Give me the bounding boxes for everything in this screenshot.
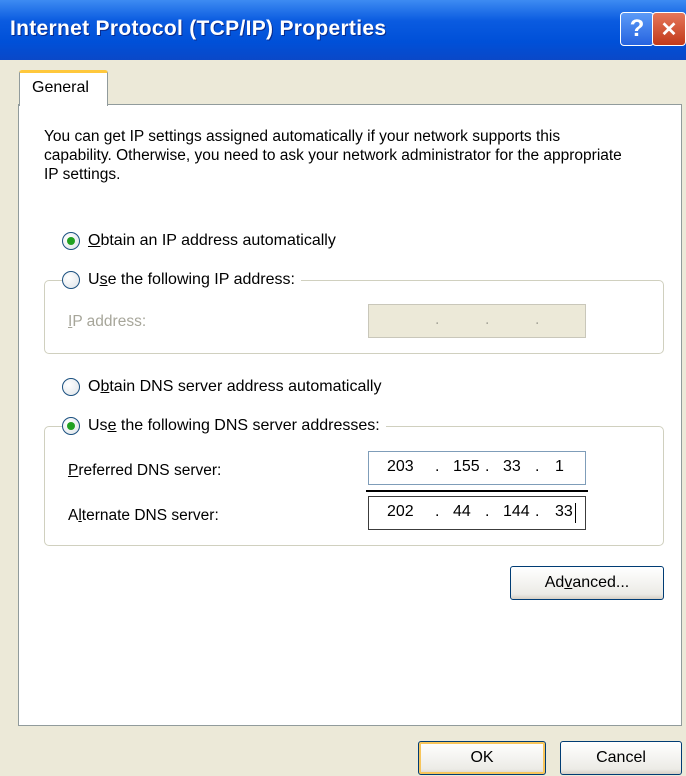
- help-icon: ?: [629, 15, 645, 42]
- cancel-button[interactable]: Cancel: [560, 741, 682, 775]
- radio-obtain-ip-auto[interactable]: Obtain an IP address automatically: [62, 232, 342, 250]
- ok-button[interactable]: OK: [418, 741, 546, 775]
- help-button[interactable]: ?: [620, 12, 654, 46]
- preferred-dns-octet-1: 203: [387, 458, 414, 475]
- divider-line: [366, 490, 588, 492]
- radio-button-checked[interactable]: [62, 417, 80, 435]
- radio-use-following-ip[interactable]: Use the following IP address:: [62, 271, 301, 289]
- radio-obtain-dns-auto[interactable]: Obtain DNS server address automatically: [62, 378, 388, 396]
- cancel-button-label: Cancel: [596, 749, 646, 766]
- ok-button-label: OK: [470, 749, 494, 766]
- advanced-button-label: Advanced...: [544, 574, 630, 591]
- title-bar[interactable]: Internet Protocol (TCP/IP) Properties ? …: [0, 0, 686, 60]
- preferred-dns-octet-4: 1: [555, 458, 564, 475]
- tab-general[interactable]: General: [19, 70, 108, 106]
- radio-button[interactable]: [62, 271, 80, 289]
- close-icon: ✕: [660, 18, 678, 41]
- alternate-dns-octet-4: 33: [555, 503, 573, 520]
- alternate-dns-label: Alternate DNS server:: [68, 507, 219, 524]
- alternate-dns-octet-3: 144: [503, 503, 530, 520]
- radio-obtain-ip-auto-label: Obtain an IP address automatically: [88, 232, 336, 249]
- alternate-dns-field[interactable]: 202 . 44 . 144 . 33: [368, 496, 586, 530]
- radio-obtain-dns-auto-label: Obtain DNS server address automatically: [88, 378, 382, 395]
- window-title: Internet Protocol (TCP/IP) Properties: [10, 17, 387, 40]
- radio-button-checked[interactable]: [62, 232, 80, 250]
- close-button[interactable]: ✕: [652, 12, 686, 46]
- tab-panel: [18, 104, 682, 726]
- ip-address-field: . . .: [368, 304, 586, 338]
- alternate-dns-octet-1: 202: [387, 503, 414, 520]
- intro-text: You can get IP settings assigned automat…: [44, 128, 622, 183]
- radio-button[interactable]: [62, 378, 80, 396]
- preferred-dns-octet-3: 33: [503, 458, 521, 475]
- alternate-dns-octet-2: 44: [453, 503, 471, 520]
- text-caret: [575, 503, 576, 523]
- preferred-dns-field[interactable]: 203 . 155 . 33 . 1: [368, 451, 586, 485]
- advanced-button[interactable]: Advanced...: [510, 566, 664, 600]
- ip-address-label: IP address:: [68, 313, 147, 330]
- radio-use-following-dns-label: Use the following DNS server addresses:: [88, 417, 380, 434]
- tab-general-label: General: [32, 79, 89, 96]
- preferred-dns-octet-2: 155: [453, 458, 480, 475]
- radio-use-following-ip-label: Use the following IP address:: [88, 271, 295, 288]
- radio-use-following-dns[interactable]: Use the following DNS server addresses:: [62, 417, 386, 435]
- preferred-dns-label: Preferred DNS server:: [68, 462, 222, 479]
